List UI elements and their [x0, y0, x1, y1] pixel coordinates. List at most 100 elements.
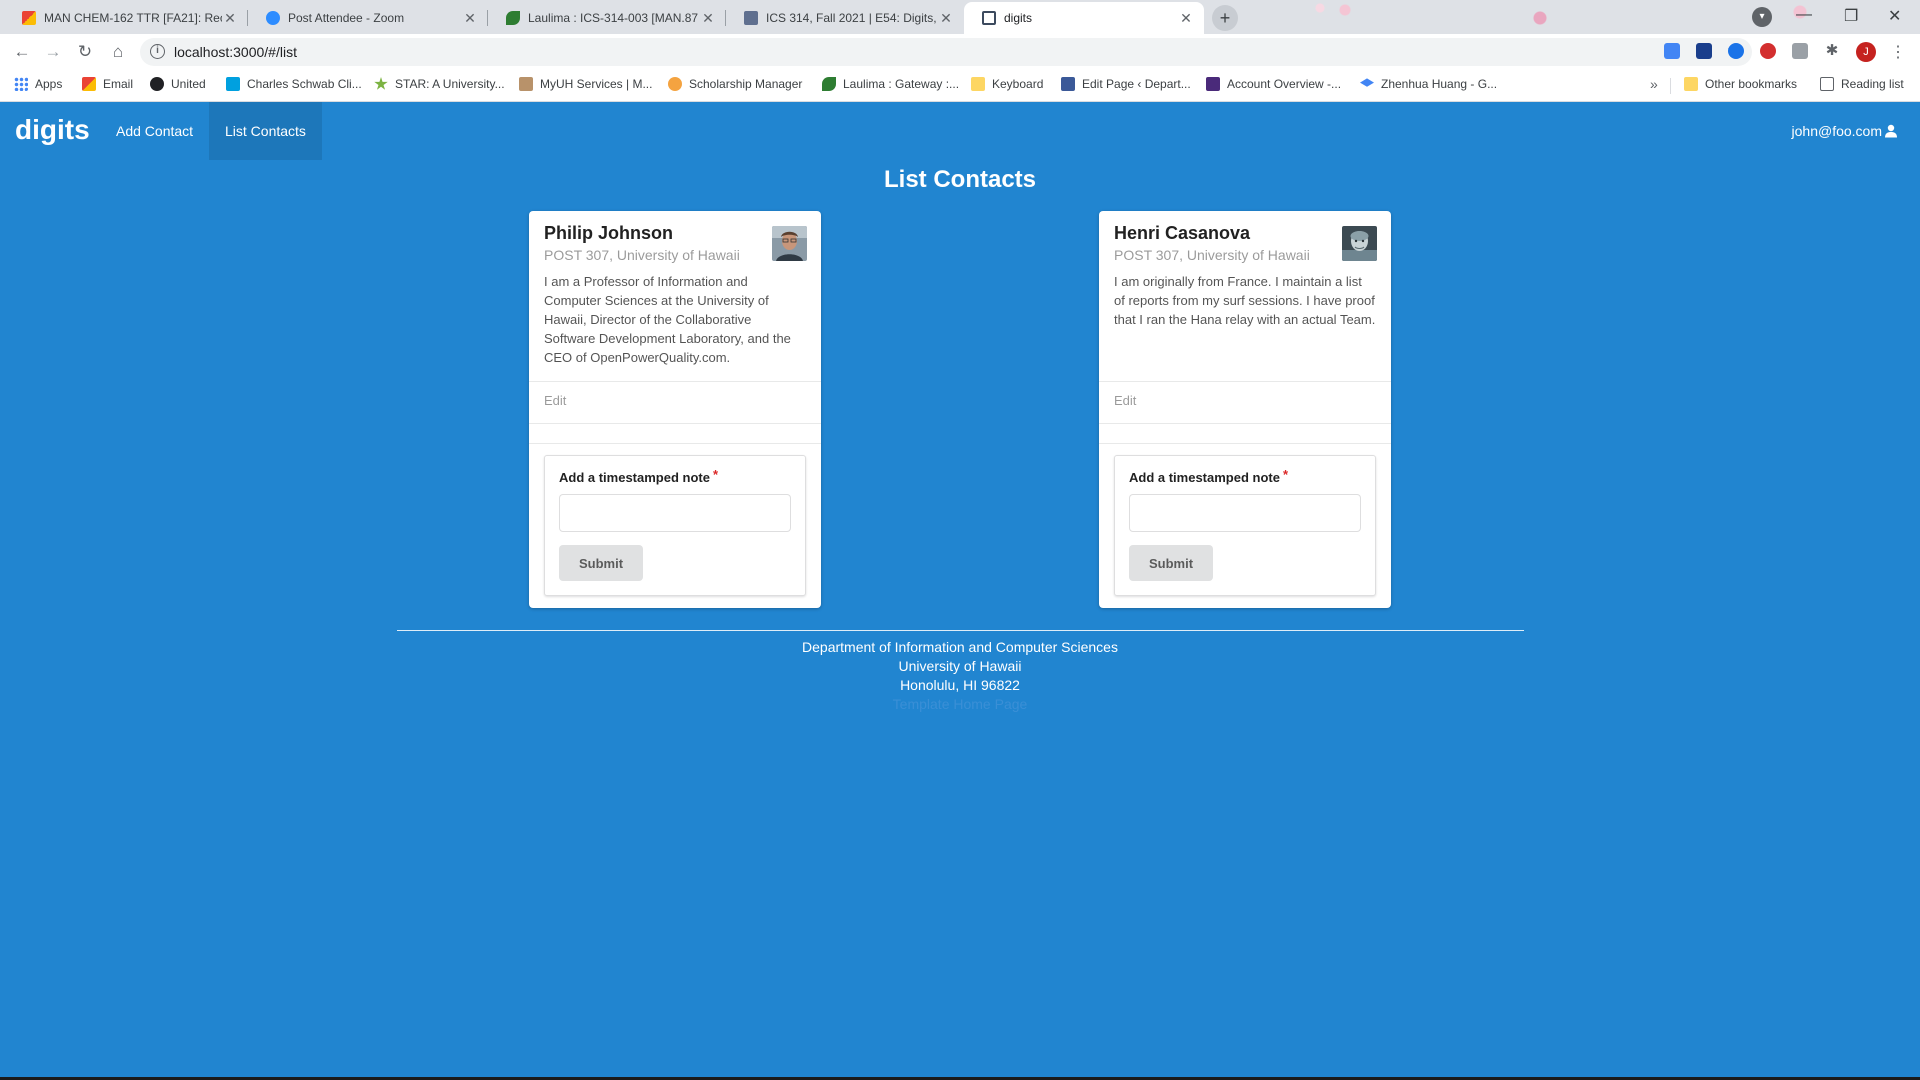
bookmark-star[interactable]: STAR: A University...: [374, 77, 505, 91]
address-bar[interactable]: i localhost:3000/#/list ☆: [140, 38, 1752, 66]
translate-extension-icon[interactable]: [1664, 43, 1680, 59]
star-university-icon: [374, 77, 388, 90]
gmail-icon: [82, 77, 96, 91]
close-icon[interactable]: ✕: [700, 10, 716, 27]
browser-tab-zoom[interactable]: Post Attendee - Zoom ✕: [248, 2, 488, 34]
contact-name: Henri Casanova: [1114, 223, 1251, 243]
profile-avatar[interactable]: J: [1856, 42, 1876, 62]
nav-list-contacts[interactable]: List Contacts: [209, 102, 322, 160]
submit-button[interactable]: Submit: [1129, 545, 1213, 581]
site-info-icon[interactable]: i: [150, 44, 165, 59]
bookmark-edit-page[interactable]: Edit Page ‹ Depart...: [1061, 77, 1191, 91]
folder-icon: [1684, 77, 1698, 91]
scholarship-icon: [668, 77, 682, 91]
tab-title: ICS 314, Fall 2021 | E54: Digits, Pa: [766, 11, 938, 25]
add-note-form: Add a timestamped note * Submit: [544, 455, 806, 596]
contact-name: Philip Johnson: [544, 223, 673, 243]
bookmark-laulima[interactable]: Laulima : Gateway :...: [822, 77, 959, 91]
bookmark-zhenhua[interactable]: Zhenhua Huang - G...: [1360, 77, 1497, 91]
united-globe-icon: [150, 77, 164, 91]
contact-card: Henri Casanova POST 307, University of H…: [1099, 211, 1391, 608]
browser-tab-gmail[interactable]: MAN CHEM-162 TTR [FA21]: Rec ✕: [4, 2, 248, 34]
adblock-extension-icon[interactable]: [1760, 43, 1776, 59]
user-email: john@foo.com: [1791, 123, 1882, 139]
reload-icon[interactable]: ↻: [75, 42, 95, 62]
maximize-icon[interactable]: ❐: [1844, 6, 1858, 26]
submit-button[interactable]: Submit: [559, 545, 643, 581]
footer-department: Department of Information and Computer S…: [802, 639, 1118, 655]
bookmark-united[interactable]: United: [150, 77, 206, 91]
user-menu[interactable]: john@foo.com: [1792, 102, 1898, 160]
folder-icon: [971, 77, 985, 91]
contact-description: I am originally from France. I maintain …: [1114, 274, 1376, 327]
close-icon[interactable]: ✕: [938, 10, 954, 27]
note-input[interactable]: [559, 494, 791, 532]
browser-tab-digits[interactable]: digits ✕: [964, 2, 1204, 34]
footer-university: University of Hawaii: [898, 658, 1022, 674]
browser-menu-icon[interactable]: ⋮: [1890, 42, 1906, 62]
cast-extension-icon[interactable]: [1792, 43, 1808, 59]
bookmark-schwab[interactable]: Charles Schwab Cli...: [226, 77, 362, 91]
reading-list-icon: [1820, 77, 1834, 91]
app-navbar: digits Add Contact List Contacts john@fo…: [0, 102, 1920, 160]
extensions-puzzle-icon[interactable]: ✱: [1824, 43, 1840, 59]
browser-tab-strip: MAN CHEM-162 TTR [FA21]: Rec ✕ Post Atte…: [0, 0, 1920, 34]
note-input[interactable]: [1129, 494, 1361, 532]
nav-add-contact[interactable]: Add Contact: [100, 102, 209, 160]
contact-avatar: [1342, 226, 1377, 261]
forward-icon[interactable]: →: [43, 42, 63, 62]
contact-card: Philip Johnson POST 307, University of H…: [529, 211, 821, 608]
required-asterisk: *: [712, 467, 719, 482]
footer-city: Honolulu, HI 96822: [900, 677, 1020, 693]
bookmark-keyboard[interactable]: Keyboard: [971, 77, 1043, 91]
account-icon: [1206, 77, 1220, 91]
new-tab-button[interactable]: +: [1212, 5, 1238, 31]
bookmark-scholarship[interactable]: Scholarship Manager: [668, 77, 802, 91]
browser-tab-ics314[interactable]: ICS 314, Fall 2021 | E54: Digits, Pa ✕: [726, 2, 964, 34]
bookmark-apps[interactable]: Apps: [14, 77, 62, 91]
browser-toolbar: ← → ↻ ⌂ i localhost:3000/#/list ☆ ✱ J ⋮: [0, 34, 1920, 70]
bookmark-other[interactable]: Other bookmarks: [1684, 77, 1797, 91]
zoom-icon: [266, 11, 280, 25]
minimize-icon[interactable]: —: [1796, 6, 1812, 24]
tab-search-icon[interactable]: ▾: [1752, 7, 1772, 27]
close-icon[interactable]: ✕: [222, 10, 238, 27]
reading-list-button[interactable]: Reading list: [1820, 77, 1904, 91]
page-icon: [744, 11, 758, 25]
tab-title: Laulima : ICS-314-003 [MAN.87: [528, 11, 699, 25]
laulima-icon: [506, 11, 520, 25]
tab-title: MAN CHEM-162 TTR [FA21]: Rec: [44, 11, 222, 25]
add-note-form: Add a timestamped note * Submit: [1114, 455, 1376, 596]
brand-logo[interactable]: digits: [15, 114, 90, 146]
contact-description: I am a Professor of Information and Comp…: [544, 274, 791, 365]
meteor-icon: [982, 11, 996, 25]
schwab-icon: [226, 77, 240, 91]
close-icon[interactable]: ✕: [462, 10, 478, 27]
close-icon[interactable]: ✕: [1178, 10, 1194, 27]
footer-template-link[interactable]: Template Home Page: [0, 695, 1920, 714]
home-icon[interactable]: ⌂: [108, 42, 128, 62]
back-icon[interactable]: ←: [12, 42, 32, 62]
uh-icon: [519, 77, 533, 91]
page-title: List Contacts: [883, 166, 1036, 193]
required-asterisk: *: [1282, 467, 1289, 482]
footer: Department of Information and Computer S…: [0, 638, 1920, 714]
browser-tab-laulima[interactable]: Laulima : ICS-314-003 [MAN.87 ✕: [488, 2, 726, 34]
laulima-icon: [822, 77, 836, 91]
bookmark-email[interactable]: Email: [82, 77, 133, 91]
extension-badge-icon[interactable]: [1728, 43, 1744, 59]
edit-link[interactable]: Edit: [544, 393, 566, 408]
bookmark-myuh[interactable]: MyUH Services | M...: [519, 77, 652, 91]
bookmarks-bar: Apps Email United Charles Schwab Cli... …: [0, 70, 1920, 102]
contact-address: POST 307, University of Hawaii: [1114, 247, 1310, 263]
tab-title: digits: [1004, 11, 1033, 25]
note-field-label: Add a timestamped note *: [559, 467, 719, 485]
url-text[interactable]: localhost:3000/#/list: [174, 44, 297, 60]
more-bookmarks-button[interactable]: »: [1650, 76, 1658, 92]
bookmark-account-overview[interactable]: Account Overview -...: [1206, 77, 1341, 91]
gmail-icon: [22, 11, 36, 25]
download-extension-icon[interactable]: [1696, 43, 1712, 59]
edit-link[interactable]: Edit: [1114, 393, 1136, 408]
ics-icon: [1061, 77, 1075, 91]
window-close-icon[interactable]: ✕: [1888, 6, 1901, 26]
